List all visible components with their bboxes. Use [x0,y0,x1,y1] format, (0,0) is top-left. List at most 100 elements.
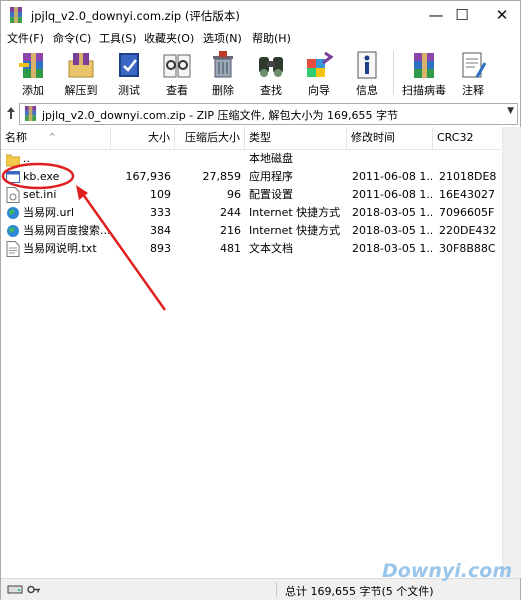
ini-file-icon [6,187,20,203]
file-name: kb.exe [23,170,60,183]
url-file-icon [7,225,19,237]
file-type: Internet 快捷方式 [249,206,341,219]
list-header: 名称 ^ 大小 压缩后大小 类型 修改时间 CRC32 [1,127,501,150]
column-type[interactable]: 类型 [245,127,347,149]
file-name: 当易网百度搜索... [23,224,109,237]
winrar-app-icon [10,7,22,23]
view-label: 查看 [166,84,188,97]
file-size: 167,936 [125,170,172,183]
test-icon [119,53,139,77]
title-bar: jpjlq_v2.0_downyi.com.zip (评估版本) — ☐ ✕ [1,1,520,29]
exe-file-icon [6,171,20,183]
list-item-set-ini[interactable]: set.ini 109 96 配置设置 2011-06-08 1... 16E4… [1,186,501,204]
list-item-url[interactable]: 当易网.url 333 244 Internet 快捷方式 2018-03-05… [1,204,501,222]
view-button[interactable]: 查看 [155,47,199,99]
list-item-txt[interactable]: 当易网说明.txt 893 481 文本文档 2018-03-05 1... 3… [1,240,501,258]
status-total: 总计 169,655 字节(5 个文件) [285,585,434,598]
menu-commands[interactable]: 命令(C) [53,30,91,46]
chevron-down-icon[interactable]: ▼ [507,106,514,116]
info-label: 信息 [356,84,378,97]
find-icon [259,57,283,77]
file-type: 文本文档 [249,242,293,255]
comment-label: 注释 [462,84,484,97]
file-type: 应用程序 [249,170,293,183]
file-size: 109 [150,188,171,201]
folder-icon [6,154,20,167]
vertical-scrollbar[interactable] [502,127,521,578]
file-type: Internet 快捷方式 [249,224,341,237]
menu-tools[interactable]: 工具(S) [99,30,137,46]
extract-to-label: 解压到 [64,84,98,97]
file-name: 当易网.url [23,206,75,219]
column-size[interactable]: 大小 [111,127,175,149]
menu-bar: 文件(F) 命令(C) 工具(S) 收藏夹(O) 选项(N) 帮助(H) [1,29,520,47]
menu-help[interactable]: 帮助(H) [252,30,291,46]
scan-virus-icon [414,53,434,78]
watermark-logo: Downyi.com [382,560,513,582]
file-name: 当易网说明.txt [23,242,97,255]
wizard-label: 向导 [308,84,330,97]
drive-icon [7,585,23,594]
url-file-icon [7,207,19,219]
file-modified: 2018-03-05 1... [352,224,432,237]
comment-button[interactable]: 注释 [451,47,495,99]
file-size: 384 [150,224,171,237]
file-name: .. [23,152,30,165]
archive-icon [24,106,37,121]
info-icon [357,51,377,79]
file-crc32: 16E43027 [439,188,495,201]
file-modified: 2011-06-08 1... [352,188,432,201]
file-crc32: 30F8B88C [439,242,496,255]
file-type: 配置设置 [249,188,293,201]
find-button[interactable]: 查找 [249,47,293,99]
comment-icon [462,52,487,78]
txt-file-icon [6,241,20,257]
scan-virus-label: 扫描病毒 [402,84,446,97]
add-button[interactable]: 添加 [11,47,55,99]
list-item-parent[interactable]: .. 本地磁盘 [1,150,501,168]
list-item-baidu-url[interactable]: 当易网百度搜索... 384 216 Internet 快捷方式 2018-03… [1,222,501,240]
file-size: 333 [150,206,171,219]
address-bar[interactable]: jpjlq_v2.0_downyi.com.zip - ZIP 压缩文件, 解包… [19,103,518,125]
file-packed: 27,859 [202,170,242,183]
info-button[interactable]: 信息 [345,47,389,99]
toolbar-separator [393,51,394,95]
file-modified: 2011-06-08 1... [352,170,432,183]
menu-options[interactable]: 选项(N) [203,30,242,46]
file-crc32: 220DE432 [439,224,497,237]
address-text: jpjlq_v2.0_downyi.com.zip - ZIP 压缩文件, 解包… [42,109,399,122]
key-icon [27,585,40,594]
column-crc32[interactable]: CRC32 [433,127,501,149]
close-button[interactable]: ✕ [485,1,519,29]
delete-label: 删除 [212,84,234,97]
up-folder-icon[interactable] [5,104,17,122]
column-packed[interactable]: 压缩后大小 [175,127,245,149]
menu-favorites[interactable]: 收藏夹(O) [144,30,194,46]
extract-to-button[interactable]: 解压到 [59,47,103,99]
scan-virus-button[interactable]: 扫描病毒 [399,47,449,99]
column-modified[interactable]: 修改时间 [347,127,433,149]
file-packed: 216 [220,224,241,237]
window-title: jpjlq_v2.0_downyi.com.zip (评估版本) [31,9,240,23]
sort-ascending-icon: ^ [49,132,56,141]
file-type: 本地磁盘 [249,152,293,165]
maximize-button[interactable]: ☐ [445,1,479,29]
toolbar: 添加 解压到 测试 查看 删除 查找 向导 信息 扫描病毒 注释 [1,47,520,99]
test-button[interactable]: 测试 [107,47,151,99]
list-item-kb-exe[interactable]: kb.exe 167,936 27,859 应用程序 2011-06-08 1.… [1,168,501,186]
file-packed: 244 [220,206,241,219]
winrar-window: jpjlq_v2.0_downyi.com.zip (评估版本) — ☐ ✕ 文… [0,0,521,600]
extract-to-icon [68,53,94,78]
find-label: 查找 [260,84,282,97]
file-modified: 2018-03-05 1... [352,242,432,255]
add-label: 添加 [22,84,44,97]
file-name: set.ini [23,188,57,201]
menu-file[interactable]: 文件(F) [7,30,44,46]
delete-button[interactable]: 删除 [201,47,245,99]
file-crc32: 7096605F [439,206,495,219]
file-packed: 96 [227,188,241,201]
wizard-button[interactable]: 向导 [297,47,341,99]
column-name[interactable]: 名称 ^ [1,127,111,149]
file-crc32: 21018DE8 [439,170,497,183]
delete-icon [213,51,233,78]
